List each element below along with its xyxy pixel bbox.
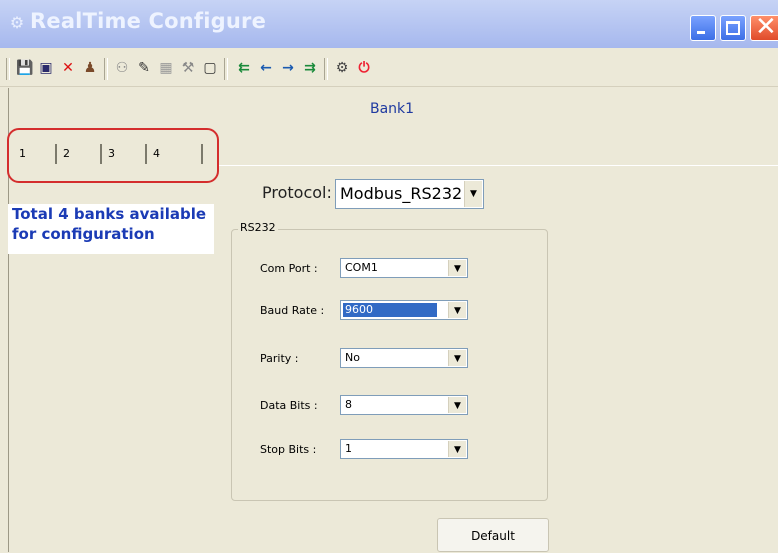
stop-bits-value: 1 (345, 442, 352, 455)
tools-icon[interactable]: ⚒ (180, 60, 196, 76)
stop-bits-label: Stop Bits : (260, 443, 317, 456)
toolbar-separator (224, 58, 228, 80)
chevron-down-icon[interactable]: ▼ (448, 350, 466, 366)
users-icon[interactable]: ⚇ (114, 60, 130, 76)
edit-icon[interactable]: ✎ (136, 60, 152, 76)
data-bits-label: Data Bits : (260, 399, 318, 412)
toolbar: 💾 ▣ ✕ ♟ ⚇ ✎ ▦ ⚒ ▢ ⇇ ← → ⇉ ⚙ ⏻ (0, 52, 778, 87)
delete-icon[interactable]: ✕ (60, 60, 76, 76)
com-port-select[interactable]: COM1 ▼ (340, 258, 468, 278)
bank-title: Bank1 (370, 101, 415, 117)
move-left-all-icon[interactable]: ⇇ (236, 60, 252, 76)
settings-icon[interactable]: ⚙ (334, 60, 350, 76)
parity-label: Parity : (260, 352, 299, 365)
protocol-label: Protocol: (262, 183, 332, 202)
chevron-down-icon[interactable]: ▼ (448, 260, 466, 276)
copy-icon[interactable]: ▢ (202, 60, 218, 76)
window-icon[interactable]: ▣ (38, 60, 54, 76)
chevron-down-icon[interactable]: ▼ (448, 441, 466, 457)
data-bits-select[interactable]: 8 ▼ (340, 395, 468, 415)
default-button[interactable]: Default (437, 518, 549, 552)
chevron-down-icon[interactable]: ▼ (464, 181, 482, 207)
protocol-value: Modbus_RS232 (340, 184, 463, 203)
parity-value: No (345, 351, 360, 364)
chevron-down-icon[interactable]: ▼ (448, 302, 466, 318)
user-icon[interactable]: ♟ (82, 60, 98, 76)
rs232-group-title: RS232 (238, 221, 278, 234)
app-icon: ⚙ (9, 13, 25, 32)
toolbar-separator (104, 58, 108, 80)
move-right-all-icon[interactable]: ⇉ (302, 60, 318, 76)
baud-rate-select[interactable]: 9600 ▼ (340, 300, 468, 320)
chevron-down-icon[interactable]: ▼ (448, 397, 466, 413)
tab-divider (218, 165, 778, 166)
annotation-highlight (7, 128, 219, 183)
protocol-select[interactable]: Modbus_RS232 ▼ (335, 179, 484, 209)
info-note: Total 4 banks available for configuratio… (8, 204, 214, 254)
baud-rate-value: 9600 (343, 303, 437, 317)
com-port-value: COM1 (345, 261, 378, 274)
info-note-line2: for configuration (12, 225, 155, 243)
close-button[interactable]: ✕ (750, 12, 778, 42)
toolbar-separator (324, 58, 328, 80)
arrow-right-icon[interactable]: → (280, 60, 296, 76)
arrow-left-icon[interactable]: ← (258, 60, 274, 76)
parity-select[interactable]: No ▼ (340, 348, 468, 368)
baud-rate-label: Baud Rate : (260, 304, 325, 317)
power-icon[interactable]: ⏻ (356, 60, 372, 76)
save-icon[interactable]: 💾 (16, 60, 33, 76)
window-title: RealTime Configure (30, 9, 267, 33)
stop-bits-select[interactable]: 1 ▼ (340, 439, 468, 459)
com-port-label: Com Port : (260, 262, 318, 275)
title-bar: ⚙ RealTime Configure ✕ (0, 0, 778, 48)
info-note-line1: Total 4 banks available (12, 205, 207, 223)
data-bits-value: 8 (345, 398, 352, 411)
close-icon: ✕ (755, 12, 777, 42)
toolbar-grip (6, 58, 10, 80)
minimize-button[interactable] (690, 15, 716, 41)
grid-icon[interactable]: ▦ (158, 60, 174, 76)
maximize-button[interactable] (720, 15, 746, 41)
